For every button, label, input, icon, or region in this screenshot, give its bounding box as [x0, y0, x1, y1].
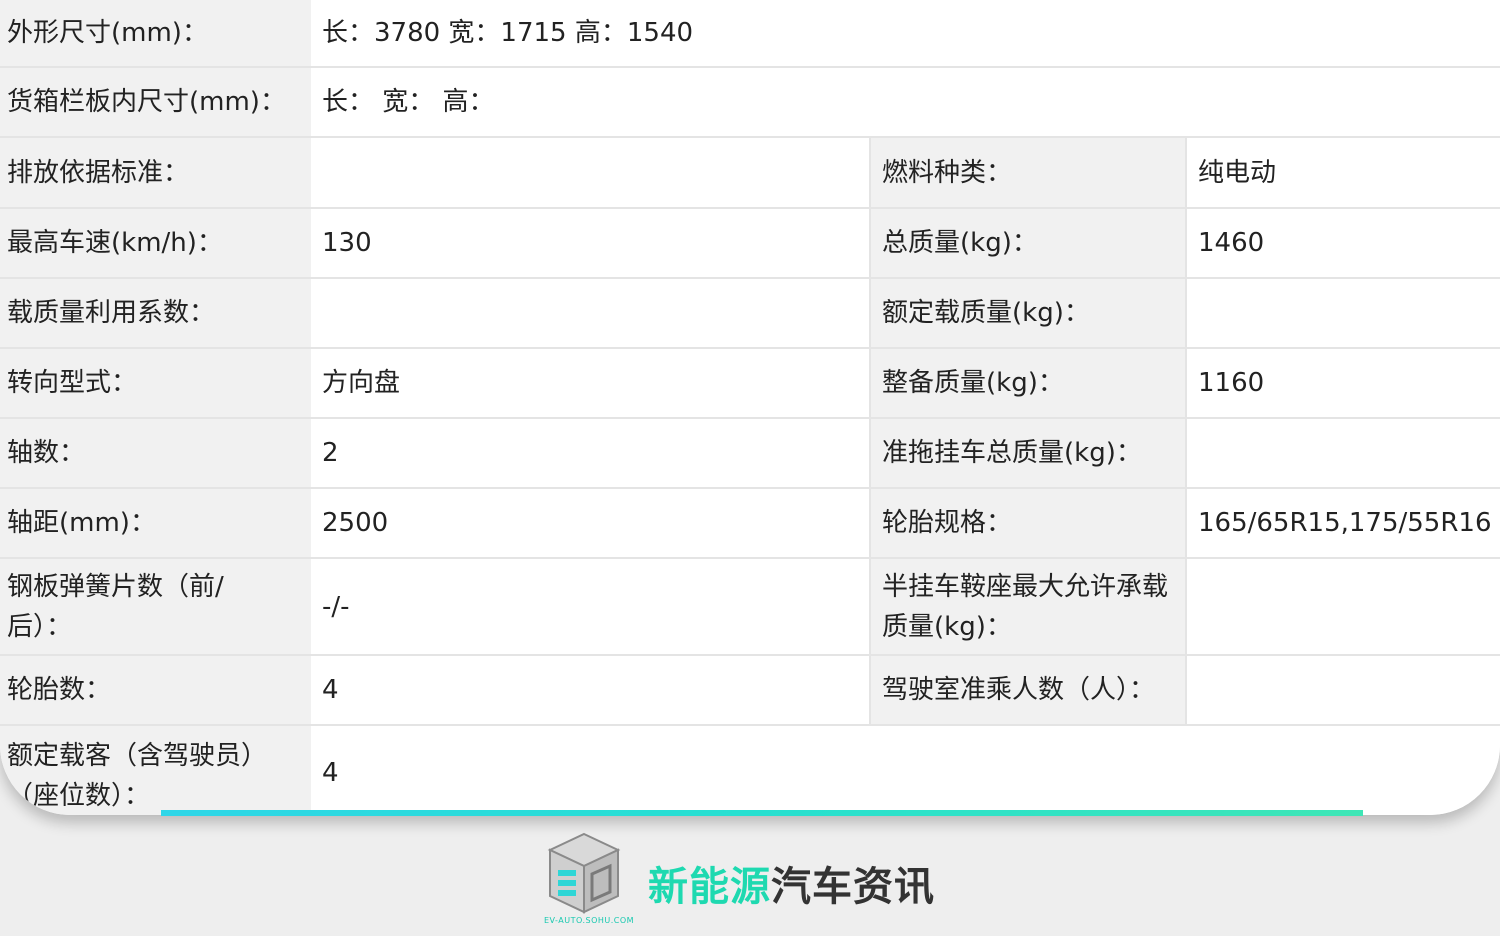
table-row: 转向型式： 方向盘 整备质量(kg)： 1160: [0, 347, 1500, 417]
row-label-2: 燃料种类：: [869, 138, 1185, 207]
table-row: 轮胎数： 4 驾驶室准乘人数（人）：: [0, 654, 1500, 724]
table-row: 轴数： 2 准拖挂车总质量(kg)：: [0, 417, 1500, 487]
brand-name-part2: 汽车资讯: [771, 864, 935, 910]
row-label: 货箱栏板内尺寸(mm)：: [0, 68, 311, 136]
table-row: 最高车速(km/h)： 130 总质量(kg)： 1460: [0, 207, 1500, 277]
row-value: 130: [311, 209, 869, 277]
row-label: 轮胎数：: [0, 656, 311, 724]
row-value-2: 纯电动: [1185, 138, 1500, 207]
row-value: 长： 宽： 高：: [311, 68, 1500, 136]
row-value-2: 1460: [1185, 209, 1500, 277]
table-row: 额定载客（含驾驶员）（座位数）： 4: [0, 724, 1500, 815]
row-label: 载质量利用系数：: [0, 279, 311, 347]
row-label: 轴距(mm)：: [0, 489, 311, 557]
row-label: 轴数：: [0, 419, 311, 487]
row-value: 4: [311, 656, 869, 724]
table-row: 钢板弹簧片数（前/后）： -/- 半挂车鞍座最大允许承载质量(kg)：: [0, 557, 1500, 654]
row-label-2: 总质量(kg)：: [869, 209, 1185, 277]
row-label: 额定载客（含驾驶员）（座位数）：: [0, 726, 311, 815]
row-value: [311, 279, 869, 347]
row-label: 转向型式：: [0, 349, 311, 417]
row-value: 2: [311, 419, 869, 487]
row-label-2: 额定载质量(kg)：: [869, 279, 1185, 347]
row-value-2: 1160: [1185, 349, 1500, 417]
table-row: 货箱栏板内尺寸(mm)： 长： 宽： 高：: [0, 66, 1500, 136]
row-value-2: 165/65R15,175/55R16: [1185, 489, 1500, 557]
row-label: 最高车速(km/h)：: [0, 209, 311, 277]
row-value-2: [1185, 279, 1500, 347]
brand-logo: 新能源汽车资讯 EV-AUTO.SOHU.COM: [540, 828, 960, 928]
accent-bar: [161, 810, 1363, 816]
brand-name: 新能源汽车资讯: [648, 854, 935, 912]
table-row: 排放依据标准： 燃料种类： 纯电动: [0, 136, 1500, 207]
row-value: 方向盘: [311, 349, 869, 417]
row-value: -/-: [311, 559, 869, 654]
row-value: [311, 138, 869, 207]
brand-domain: EV-AUTO.SOHU.COM: [544, 916, 635, 925]
row-label-2: 驾驶室准乘人数（人）：: [869, 656, 1185, 724]
row-value-2: [1185, 656, 1500, 724]
row-value: 4: [311, 726, 1500, 815]
spec-table-card: 外形尺寸(mm)： 长：3780 宽：1715 高：1540 货箱栏板内尺寸(m…: [0, 0, 1500, 815]
row-label-2: 半挂车鞍座最大允许承载质量(kg)：: [869, 559, 1185, 654]
table-row: 载质量利用系数： 额定载质量(kg)：: [0, 277, 1500, 347]
row-label: 外形尺寸(mm)：: [0, 0, 311, 66]
table-row: 轴距(mm)： 2500 轮胎规格： 165/65R15,175/55R16: [0, 487, 1500, 557]
row-label-2: 整备质量(kg)：: [869, 349, 1185, 417]
row-label: 排放依据标准：: [0, 138, 311, 207]
cube-logo-icon: [547, 832, 621, 914]
row-label-2: 准拖挂车总质量(kg)：: [869, 419, 1185, 487]
row-value: 长：3780 宽：1715 高：1540: [311, 0, 1500, 66]
table-row: 外形尺寸(mm)： 长：3780 宽：1715 高：1540: [0, 0, 1500, 66]
brand-name-part1: 新能源: [648, 864, 771, 910]
row-label: 钢板弹簧片数（前/后）：: [0, 559, 311, 654]
row-label-2: 轮胎规格：: [869, 489, 1185, 557]
row-value-2: [1185, 559, 1500, 654]
row-value-2: [1185, 419, 1500, 487]
row-value: 2500: [311, 489, 869, 557]
